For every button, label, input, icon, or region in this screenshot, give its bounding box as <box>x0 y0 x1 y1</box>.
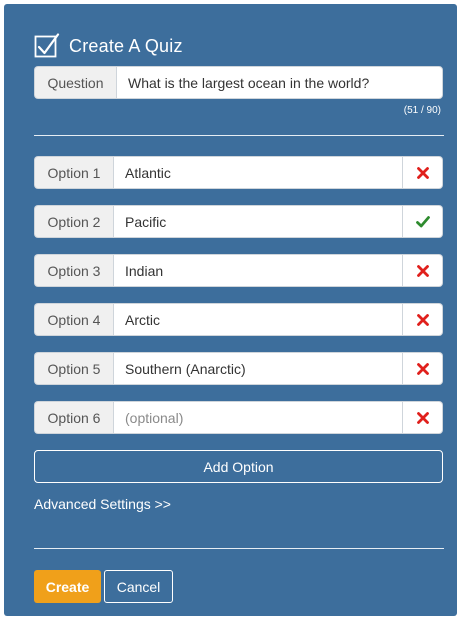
option-label: Option 5 <box>34 352 113 385</box>
add-option-button[interactable]: Add Option <box>34 450 443 483</box>
option-label: Option 2 <box>34 205 113 238</box>
cancel-button[interactable]: Cancel <box>104 570 173 603</box>
question-input-group: Question What is the largest ocean in th… <box>34 66 443 99</box>
red-x-icon <box>416 362 429 375</box>
mark-incorrect-button[interactable] <box>403 303 443 336</box>
create-quiz-panel: Create A Quiz Question What is the large… <box>4 4 457 616</box>
option-row: Option 6 (optional) <box>34 401 443 434</box>
option-input[interactable]: Arctic <box>113 303 403 336</box>
red-x-icon <box>416 264 429 277</box>
mark-incorrect-button[interactable] <box>403 254 443 287</box>
option-input[interactable]: Atlantic <box>113 156 403 189</box>
option-row: Option 5 Southern (Anarctic) <box>34 352 443 385</box>
mark-incorrect-button[interactable] <box>403 156 443 189</box>
option-label: Option 6 <box>34 401 113 434</box>
create-button[interactable]: Create <box>34 570 101 603</box>
option-row: Option 4 Arctic <box>34 303 443 336</box>
option-row: Option 2 Pacific <box>34 205 443 238</box>
divider-bottom <box>34 548 444 549</box>
page-title: Create A Quiz <box>69 35 183 56</box>
red-x-icon <box>416 166 429 179</box>
question-label: Question <box>34 66 116 99</box>
question-char-counter: (51 / 90) <box>403 105 441 116</box>
option-input[interactable]: Pacific <box>113 205 403 238</box>
mark-correct-button[interactable] <box>403 205 443 238</box>
red-x-icon <box>416 411 429 424</box>
option-input[interactable]: (optional) <box>113 401 403 434</box>
option-label: Option 3 <box>34 254 113 287</box>
mark-incorrect-button[interactable] <box>403 352 443 385</box>
option-input[interactable]: Indian <box>113 254 403 287</box>
question-input[interactable]: What is the largest ocean in the world? <box>116 66 443 99</box>
mark-incorrect-button[interactable] <box>403 401 443 434</box>
option-row: Option 1 Atlantic <box>34 156 443 189</box>
checkbox-check-icon <box>34 33 60 58</box>
red-x-icon <box>416 313 429 326</box>
option-row: Option 3 Indian <box>34 254 443 287</box>
divider-top <box>34 135 444 136</box>
option-input[interactable]: Southern (Anarctic) <box>113 352 403 385</box>
advanced-settings-link[interactable]: Advanced Settings >> <box>34 496 171 512</box>
option-label: Option 4 <box>34 303 113 336</box>
quiz-header: Create A Quiz <box>34 31 183 61</box>
option-label: Option 1 <box>34 156 113 189</box>
green-check-icon <box>415 215 430 227</box>
